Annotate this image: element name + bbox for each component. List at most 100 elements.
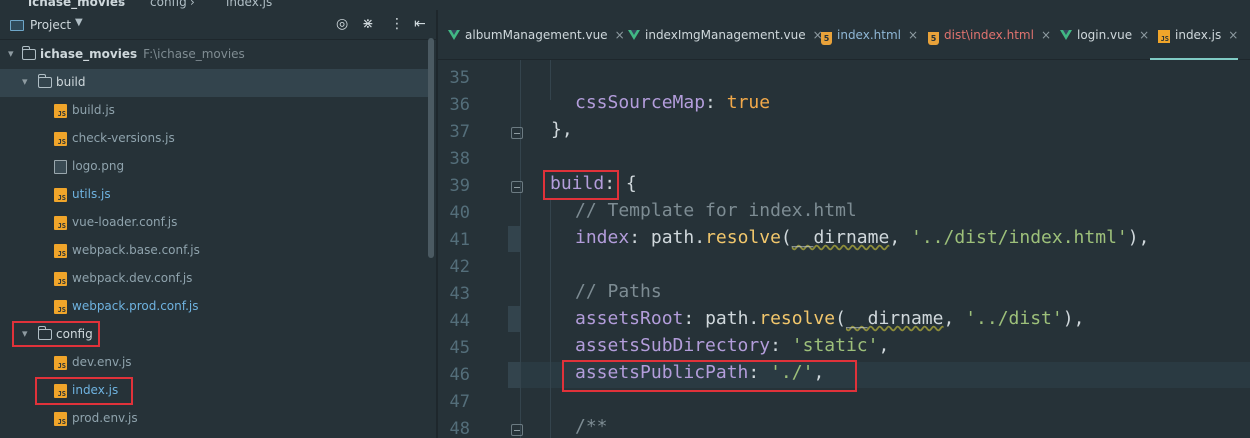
tab-index-js[interactable]: JS index.js × xyxy=(1158,28,1238,50)
close-icon[interactable]: × xyxy=(615,28,625,42)
image-file-icon xyxy=(54,160,67,174)
annotation-box-build xyxy=(543,170,619,200)
tree-item-label: dev.env.js xyxy=(72,355,132,369)
breadcrumb-file[interactable]: index.js xyxy=(226,0,272,9)
project-panel-title[interactable]: Project xyxy=(30,18,71,32)
line-number: 41 xyxy=(449,230,470,250)
js-file-icon: JS xyxy=(54,132,67,146)
code-line-41: index: path.resolve(__dirname, '../dist/… xyxy=(575,227,1150,248)
tree-item-build[interactable]: ▾ build xyxy=(0,69,430,97)
indent-guide xyxy=(520,60,521,438)
close-icon[interactable]: × xyxy=(1041,28,1051,42)
tab-index-html[interactable]: 5 index.html × xyxy=(821,28,918,50)
tree-root-item[interactable]: ▾ ichase_movies F:\ichase_movies xyxy=(0,41,430,69)
breadcrumb: ichase_movies › config › index.js xyxy=(0,0,1250,10)
code-line-44: assetsRoot: path.resolve(__dirname, '../… xyxy=(575,308,1085,329)
tree-item-label: check-versions.js xyxy=(72,131,175,145)
indent-guide xyxy=(550,200,551,438)
tree-item-webpack-prod[interactable]: JS webpack.prod.conf.js xyxy=(0,293,430,321)
sidebar-scrollbar[interactable] xyxy=(428,38,434,258)
tab-dist-index-html[interactable]: 5 dist\index.html × xyxy=(928,28,1051,50)
breadcrumb-separator: › xyxy=(190,0,195,9)
tree-item-utils[interactable]: JS utils.js xyxy=(0,181,430,209)
close-icon[interactable]: × xyxy=(1139,28,1149,42)
tab-login-vue[interactable]: login.vue × xyxy=(1060,28,1149,50)
code-line-40: // Template for index.html xyxy=(575,200,857,221)
project-icon xyxy=(10,20,24,31)
tree-item-label: ichase_movies F:\ichase_movies xyxy=(40,47,245,61)
indent-guide xyxy=(550,60,551,100)
code-line-36: cssSourceMap: true xyxy=(575,92,771,113)
tree-item-check-versions[interactable]: JS check-versions.js xyxy=(0,125,430,153)
code-line-43: // Paths xyxy=(575,281,662,302)
line-number: 38 xyxy=(449,149,470,169)
html-icon: 5 xyxy=(821,32,832,45)
tree-item-label: webpack.base.conf.js xyxy=(72,243,200,257)
fold-marker-icon[interactable] xyxy=(511,127,523,139)
collapse-all-icon[interactable]: ⋇ xyxy=(362,16,374,32)
line-number: 35 xyxy=(449,68,470,88)
target-icon[interactable]: ◎ xyxy=(336,16,348,32)
editor-tab-bar: albumManagement.vue × indexImgManagement.… xyxy=(438,10,1250,60)
line-number: 42 xyxy=(449,257,470,277)
html-icon: 5 xyxy=(928,32,939,45)
line-number: 43 xyxy=(449,284,470,304)
tree-item-build-js[interactable]: JS build.js xyxy=(0,97,430,125)
gear-icon[interactable]: ⋮ xyxy=(390,16,404,32)
vue-icon xyxy=(628,30,640,40)
hide-panel-icon[interactable]: ⇤ xyxy=(414,16,426,32)
js-file-icon: JS xyxy=(54,412,67,426)
breadcrumb-separator: › xyxy=(118,0,123,9)
tree-item-label: build xyxy=(56,75,86,89)
tree-item-label: build.js xyxy=(72,103,115,117)
js-file-icon: JS xyxy=(54,188,67,202)
annotation-box-index-js xyxy=(35,377,133,405)
tree-item-webpack-base[interactable]: JS webpack.base.conf.js xyxy=(0,237,430,265)
tree-item-label: webpack.prod.conf.js xyxy=(72,299,199,313)
tree-item-label: utils.js xyxy=(72,187,111,201)
chevron-down-icon[interactable]: ▾ xyxy=(22,75,28,88)
project-panel: Project ▼ ◎ ⋇ ⋮ ⇤ ▾ ichase_movies F:\icha… xyxy=(0,10,436,438)
line-number: 37 xyxy=(449,122,470,142)
gutter-change-marker xyxy=(508,226,520,252)
js-file-icon: JS xyxy=(54,356,67,370)
tree-item-label: prod.env.js xyxy=(72,411,138,425)
tab-album-management[interactable]: albumManagement.vue × xyxy=(448,28,625,50)
tree-item-dev-env[interactable]: JS dev.env.js xyxy=(0,349,430,377)
line-number: 45 xyxy=(449,338,470,358)
js-file-icon: JS xyxy=(54,216,67,230)
tree-item-label: logo.png xyxy=(72,159,125,173)
annotation-box-config xyxy=(12,321,100,347)
code-line-45: assetsSubDirectory: 'static', xyxy=(575,335,890,356)
line-number: 36 xyxy=(449,95,470,115)
line-number: 47 xyxy=(449,392,470,412)
tree-item-webpack-dev[interactable]: JS webpack.dev.conf.js xyxy=(0,265,430,293)
tree-item-vue-loader[interactable]: JS vue-loader.conf.js xyxy=(0,209,430,237)
folder-icon xyxy=(38,74,52,88)
line-number: 48 xyxy=(449,419,470,438)
tree-item-prod-env[interactable]: JS prod.env.js xyxy=(0,405,430,433)
chevron-down-icon[interactable]: ▼ xyxy=(75,17,83,28)
vue-icon xyxy=(448,30,460,40)
js-file-icon: JS xyxy=(54,244,67,258)
tree-item-label: vue-loader.conf.js xyxy=(72,215,178,229)
gutter-change-marker xyxy=(508,362,520,388)
line-number: 39 xyxy=(449,176,470,196)
chevron-down-icon[interactable]: ▾ xyxy=(8,47,14,60)
annotation-box-assets-public-path xyxy=(562,360,857,392)
line-number: 44 xyxy=(449,311,470,331)
tree-item-logo-png[interactable]: logo.png xyxy=(0,153,430,181)
breadcrumb-root[interactable]: ichase_movies xyxy=(28,0,125,9)
close-icon[interactable]: × xyxy=(908,28,918,42)
folder-icon xyxy=(22,46,36,60)
fold-marker-icon[interactable] xyxy=(511,424,523,436)
fold-marker-icon[interactable] xyxy=(511,181,523,193)
tab-index-img-management[interactable]: indexImgManagement.vue × xyxy=(628,28,823,50)
project-panel-header: Project ▼ ◎ ⋇ ⋮ ⇤ xyxy=(0,10,436,40)
js-file-icon: JS xyxy=(54,272,67,286)
js-file-icon: JS xyxy=(54,300,67,314)
code-line-37: }, xyxy=(551,119,573,140)
breadcrumb-folder[interactable]: config xyxy=(150,0,187,9)
close-icon[interactable]: × xyxy=(1228,28,1238,42)
js-file-icon: JS xyxy=(54,104,67,118)
